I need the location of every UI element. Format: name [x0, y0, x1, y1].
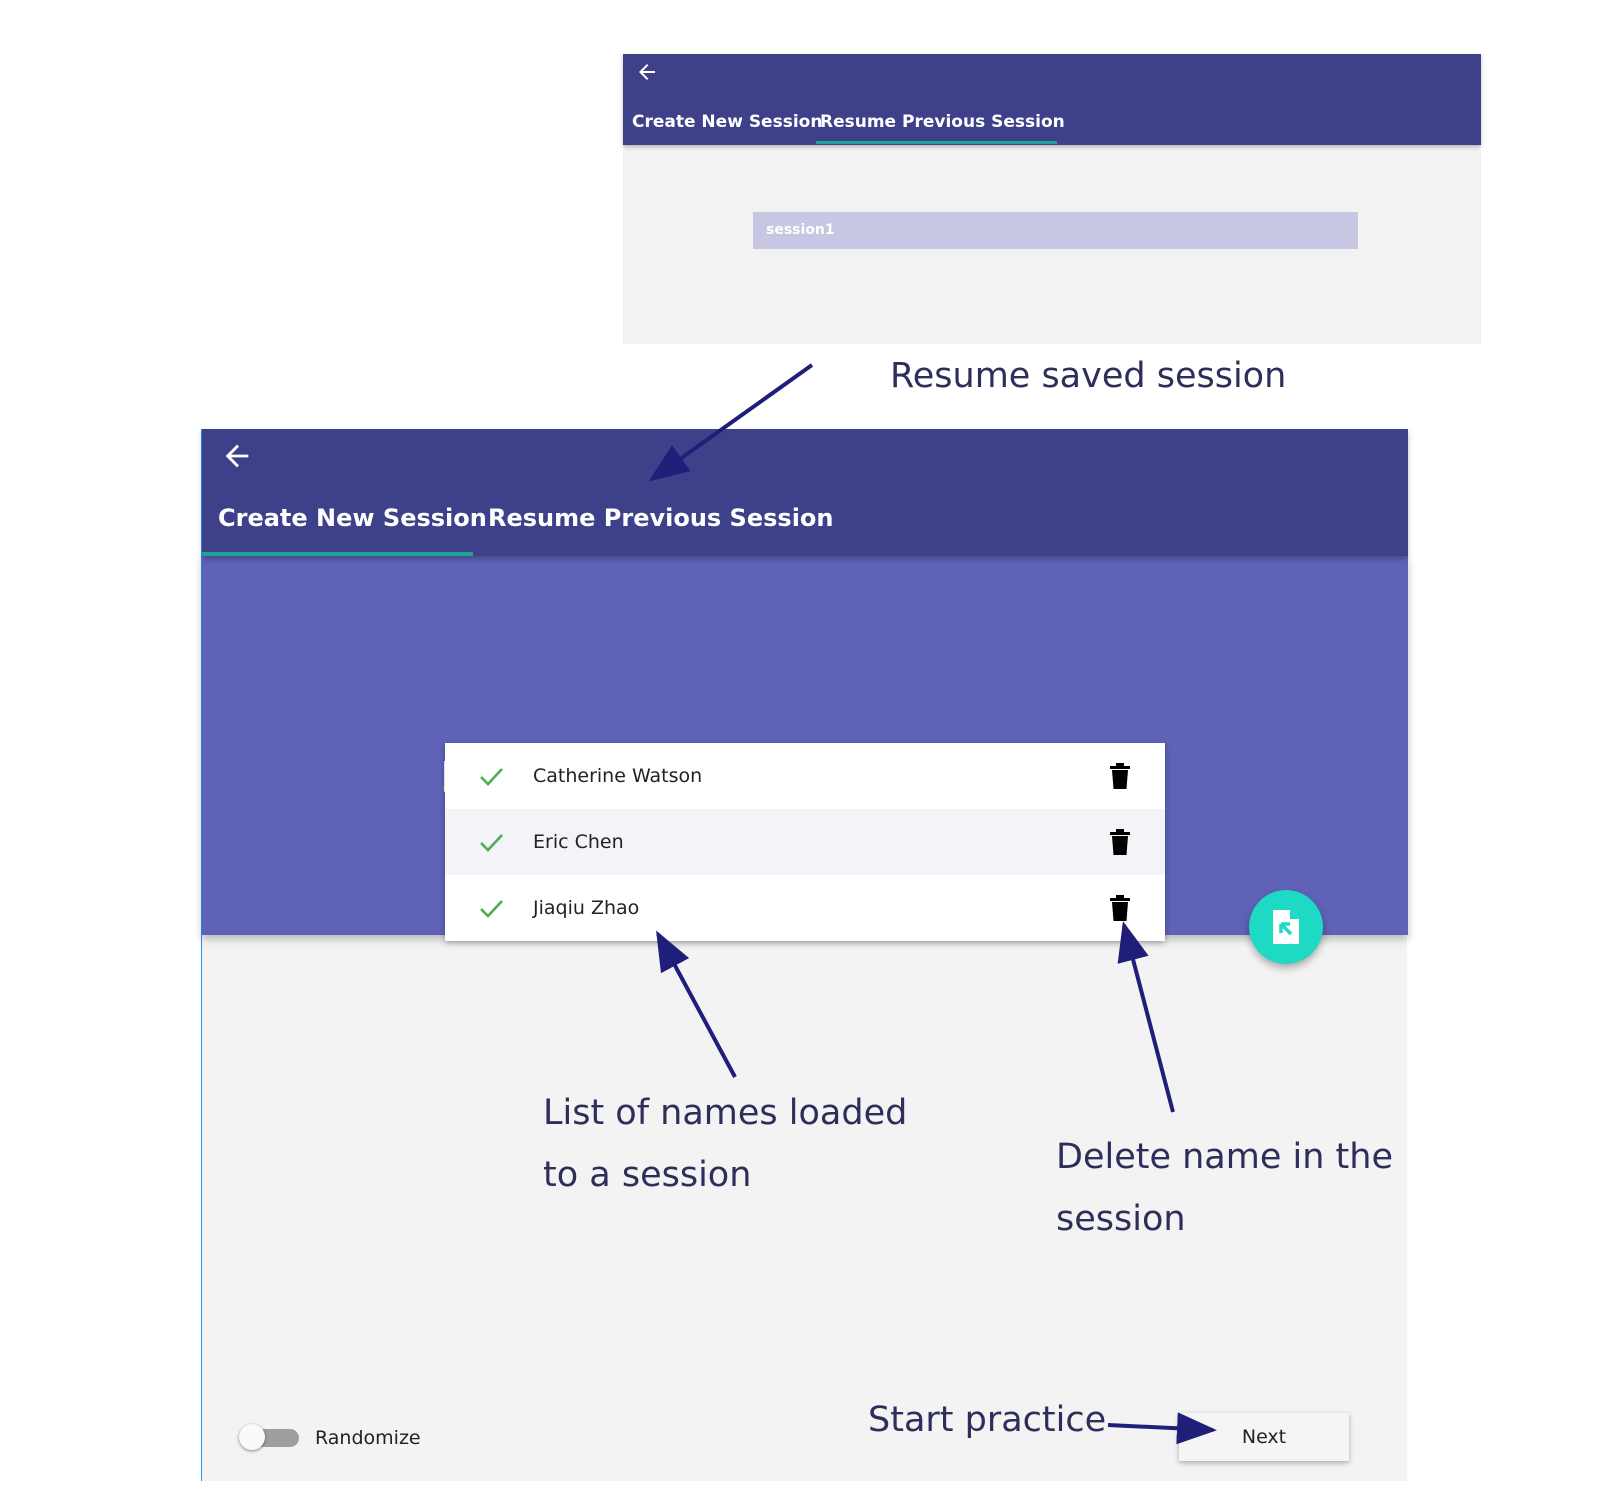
resume-session-screen: Create New Session Resume Previous Sessi…	[623, 54, 1481, 344]
list-item-name: Jiaqiu Zhao	[533, 897, 640, 919]
annotation-list-line2: to a session	[543, 1155, 752, 1195]
session-list-item[interactable]: session1	[753, 212, 1358, 249]
list-item: Jiaqiu Zhao	[445, 875, 1165, 941]
tab-indicator	[816, 141, 1057, 144]
annotation-resume: Resume saved session	[890, 356, 1287, 396]
trash-icon[interactable]	[1108, 762, 1132, 790]
annotation-start-practice: Start practice	[868, 1400, 1107, 1440]
names-list: Catherine Watson Eric Chen Jiaqiu Zhao	[445, 743, 1165, 941]
tab-create-new-session[interactable]: Create New Session	[218, 501, 487, 535]
tab-indicator	[202, 552, 473, 556]
randomize-label: Randomize	[315, 1427, 421, 1449]
list-item-name: Eric Chen	[533, 831, 624, 853]
arrow-left-icon[interactable]	[635, 60, 659, 84]
next-button[interactable]: Next	[1179, 1413, 1349, 1461]
list-item: Eric Chen	[445, 809, 1165, 875]
list-item-name: Catherine Watson	[533, 765, 703, 787]
import-file-button[interactable]	[1249, 890, 1323, 964]
annotation-list-line1: List of names loaded	[543, 1093, 908, 1133]
check-icon	[480, 900, 503, 918]
trash-icon[interactable]	[1108, 894, 1132, 922]
tab-resume-previous-session[interactable]: Resume Previous Session	[820, 108, 1065, 145]
arrow-left-icon[interactable]	[220, 439, 254, 473]
tab-resume-previous-session[interactable]: Resume Previous Session	[488, 501, 834, 535]
file-import-icon	[1273, 910, 1299, 944]
annotation-delete-line1: Delete name in the	[1056, 1137, 1393, 1177]
check-icon	[480, 768, 503, 786]
randomize-toggle[interactable]	[239, 1423, 301, 1451]
trash-icon[interactable]	[1108, 828, 1132, 856]
app-bar: Create New Session Resume Previous Sessi…	[623, 54, 1481, 145]
toggle-thumb	[239, 1424, 265, 1450]
annotation-delete-line2: session	[1056, 1199, 1186, 1239]
tab-create-new-session[interactable]: Create New Session	[632, 108, 822, 145]
create-session-screen: Create New Session Resume Previous Sessi…	[201, 429, 1408, 1481]
app-bar: Create New Session Resume Previous Sessi…	[202, 429, 1408, 556]
list-item: Catherine Watson	[445, 743, 1165, 809]
check-icon	[480, 834, 503, 852]
